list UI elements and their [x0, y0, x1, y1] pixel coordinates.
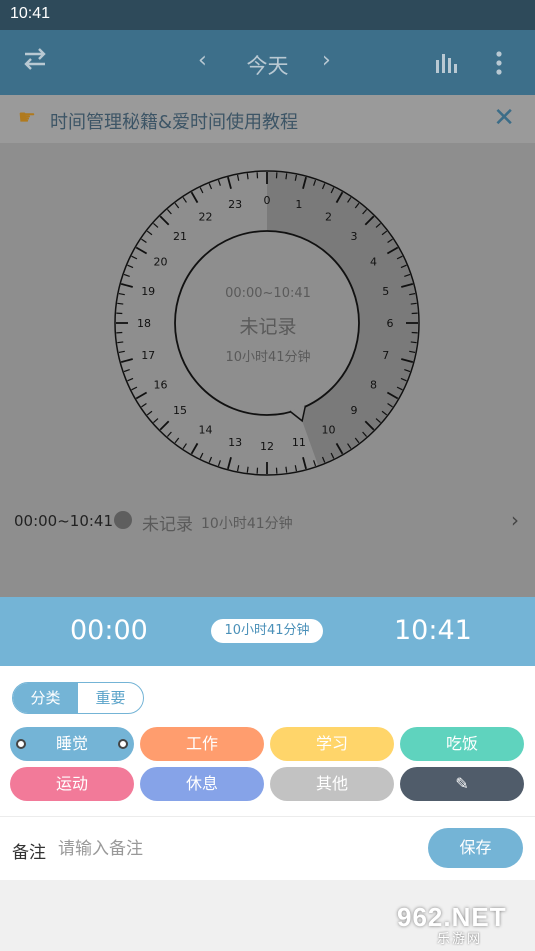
tutorial-banner[interactable]: ☛ 时间管理秘籍&爱时间使用教程 ✕: [0, 95, 535, 143]
sheet-header: 00:00 10小时41分钟 10:41: [0, 597, 535, 666]
category-chip[interactable]: 吃饭: [400, 727, 524, 761]
clock-center-duration: 10小时41分钟: [225, 350, 311, 365]
record-row[interactable]: 00:00~10:41 未记录 10小时41分钟 ›: [0, 500, 535, 540]
chevron-right-icon[interactable]: ›: [511, 508, 519, 532]
segment-category[interactable]: 分类: [13, 683, 78, 713]
category-chip[interactable]: 运动: [10, 767, 134, 801]
duration-pill: 10小时41分钟: [211, 619, 323, 643]
more-vertical-icon[interactable]: [494, 50, 504, 82]
category-label: 学习: [315, 734, 348, 753]
status-bar: 10:41: [0, 0, 535, 30]
bar-chart-icon[interactable]: [434, 50, 460, 80]
clock-tick: [285, 466, 288, 473]
hour-label: 0: [264, 194, 271, 207]
clock-tick: [117, 341, 124, 344]
hour-label: 6: [387, 317, 394, 330]
category-chip[interactable]: 工作: [140, 727, 264, 761]
selection-handle-icon: [118, 739, 128, 749]
hour-label: 8: [370, 379, 377, 392]
hour-label: 18: [137, 317, 151, 330]
edit-icon: ✎: [455, 774, 469, 793]
hour-label: 22: [199, 210, 213, 223]
end-time[interactable]: 10:41: [394, 615, 472, 646]
category-chip[interactable]: 学习: [270, 727, 394, 761]
hour-label: 12: [260, 440, 274, 453]
hour-label: 2: [325, 210, 332, 223]
clock-tick: [410, 341, 417, 344]
category-chip[interactable]: 休息: [140, 767, 264, 801]
hour-label: 17: [141, 349, 155, 362]
clock-tick: [410, 302, 417, 305]
banner-text[interactable]: 时间管理秘籍&爱时间使用教程: [50, 108, 298, 134]
category-label: 睡觉: [55, 734, 88, 753]
clock-tick: [117, 302, 124, 305]
clock-tick: [246, 173, 249, 180]
record-range: 00:00~10:41: [14, 512, 114, 530]
close-icon[interactable]: ✕: [493, 103, 515, 133]
record-label: 未记录: [142, 515, 193, 535]
hour-label: 19: [141, 285, 155, 298]
segment-control: 分类 重要: [12, 682, 144, 714]
hour-label: 13: [228, 436, 242, 449]
category-label: 其他: [315, 774, 348, 793]
clock-center-range: 00:00~10:41: [225, 286, 311, 301]
clock-tick: [285, 173, 288, 180]
category-label: 运动: [55, 774, 88, 793]
watermark-logo: 962.NET 乐游网: [397, 902, 527, 947]
status-time: 10:41: [10, 5, 51, 22]
hour-label: 21: [173, 230, 187, 243]
hour-label: 15: [173, 404, 187, 417]
hour-label: 16: [153, 379, 167, 392]
record-duration: 10小时41分钟: [201, 516, 293, 532]
hour-label: 11: [292, 436, 306, 449]
chevron-right-icon[interactable]: ›: [322, 48, 331, 73]
segment-important[interactable]: 重要: [78, 683, 143, 713]
category-label: 吃饭: [445, 734, 478, 753]
hour-label: 1: [295, 198, 302, 211]
category-chip[interactable]: 其他: [270, 767, 394, 801]
hour-label: 23: [228, 198, 242, 211]
record-color-dot: [114, 511, 132, 529]
toolbar: ‹ 今天 ›: [0, 30, 535, 95]
start-time[interactable]: 00:00: [70, 615, 148, 646]
clock-tick: [246, 466, 249, 473]
bottom-sheet: 分类 重要 睡觉 工作 学习 吃饭运动 休息 其他 ✎ 备注 保存: [0, 666, 535, 880]
clock-center-label: 未记录: [239, 316, 297, 338]
selection-handle-icon: [16, 739, 26, 749]
divider: [0, 816, 535, 817]
note-input[interactable]: [58, 836, 398, 862]
hour-label: 5: [382, 285, 389, 298]
category-label: 休息: [185, 774, 218, 793]
category-chip[interactable]: 睡觉: [10, 727, 134, 761]
save-button[interactable]: 保存: [428, 828, 523, 868]
watermark-small: 乐游网: [437, 932, 483, 947]
hour-label: 9: [350, 404, 357, 417]
category-label: 工作: [185, 734, 218, 753]
edit-category-button[interactable]: ✎: [400, 767, 524, 801]
hour-label: 10: [322, 424, 336, 437]
hour-label: 20: [153, 256, 167, 269]
note-label: 备注: [12, 843, 46, 863]
hour-label: 4: [370, 256, 377, 269]
pointing-hand-icon: ☛: [18, 105, 36, 129]
hour-label: 3: [350, 230, 357, 243]
hour-label: 14: [199, 424, 213, 437]
hour-label: 7: [382, 349, 389, 362]
